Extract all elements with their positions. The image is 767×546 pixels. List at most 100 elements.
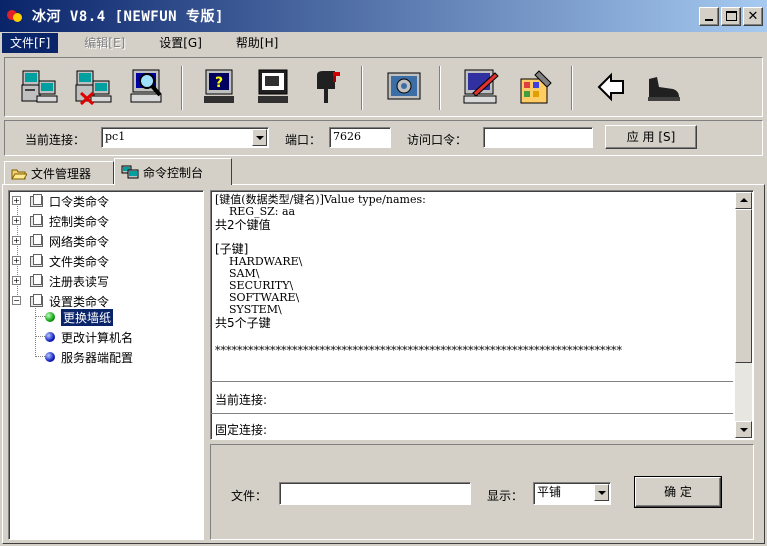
- scroll-up-button[interactable]: [735, 192, 752, 209]
- tree-item-label: 更改计算机名: [61, 330, 134, 345]
- app-window: 冰河 V8.4 [NEWFUN 专版] ✕ 文件[F] 编辑[E] 设置[G] …: [0, 0, 767, 546]
- tree-item-change-wallpaper[interactable]: 更换墙纸: [45, 308, 114, 326]
- tree-item-server-config[interactable]: 服务器端配置: [45, 349, 133, 365]
- tree-item-password-commands[interactable]: + 口令类命令: [9, 193, 109, 209]
- tab-file-manager-label: 文件管理器: [31, 167, 92, 181]
- green-dot-icon: [45, 312, 55, 322]
- title-bar[interactable]: 冰河 V8.4 [NEWFUN 专版] ✕: [0, 0, 767, 32]
- mailbox-button[interactable]: [307, 67, 349, 107]
- display-label: 显示：: [487, 489, 524, 503]
- port-input[interactable]: 7626: [329, 127, 391, 148]
- close-button[interactable]: ✕: [743, 7, 763, 26]
- folder-icon: [29, 194, 45, 208]
- screen-capture-button[interactable]: [253, 67, 295, 107]
- display-select[interactable]: 平铺: [533, 482, 611, 505]
- password-input[interactable]: [483, 127, 593, 148]
- current-connection-select[interactable]: pc1: [101, 127, 269, 148]
- tree-item-label: 设置类命令: [49, 294, 110, 309]
- tree-item-network-commands[interactable]: + 网络类命令: [9, 233, 109, 249]
- back-button[interactable]: [591, 67, 633, 107]
- maximize-icon: [726, 11, 737, 21]
- toolbar: ?: [4, 57, 763, 117]
- help-button[interactable]: ?: [199, 67, 241, 107]
- port-label: 端口：: [285, 133, 322, 147]
- console-divider: [211, 413, 733, 414]
- current-connection-label: 当前连接：: [25, 133, 86, 147]
- edit-button[interactable]: [461, 67, 503, 107]
- tab-command-console[interactable]: 命令控制台: [114, 158, 232, 185]
- chevron-down-icon[interactable]: [252, 129, 267, 146]
- add-host-button[interactable]: [19, 67, 61, 107]
- fixed-connection-status: 固定连接:: [215, 423, 268, 437]
- tools-button[interactable]: [515, 67, 557, 107]
- tree-item-control-commands[interactable]: + 控制类命令: [9, 213, 109, 229]
- apply-button[interactable]: 应 用 [S]: [605, 125, 697, 149]
- app-logo-icon: [5, 7, 24, 25]
- search-host-icon: [130, 69, 162, 103]
- current-connection-value: pc1: [105, 130, 126, 143]
- blue-dot-icon: [45, 332, 55, 342]
- scroll-thumb[interactable]: [735, 209, 752, 363]
- blue-dot-icon: [45, 352, 55, 362]
- back-icon: [597, 72, 624, 102]
- delete-host-button[interactable]: [73, 67, 115, 107]
- minimize-icon: [705, 19, 713, 21]
- mailbox-icon: [317, 71, 340, 103]
- menu-file[interactable]: 文件[F]: [2, 33, 59, 53]
- menu-settings[interactable]: 设置[G]: [151, 33, 210, 53]
- help-icon: ?: [204, 69, 234, 103]
- tree-item-registry[interactable]: + 注册表读写: [9, 273, 109, 289]
- console-line: SOFTWARE\: [229, 291, 300, 304]
- tree-item-change-computer-name[interactable]: 更改计算机名: [45, 329, 133, 345]
- console-line: [子键]: [215, 242, 249, 256]
- menu-edit[interactable]: 编辑[E]: [76, 33, 133, 53]
- tree-item-label: 网络类命令: [49, 234, 110, 249]
- console-output[interactable]: [键值(数据类型/键名)]Value type/names: REG_SZ: a…: [210, 190, 754, 440]
- config-icon: [387, 72, 421, 100]
- port-value: 7626: [333, 130, 361, 143]
- expand-icon[interactable]: +: [12, 216, 21, 225]
- config-button[interactable]: [383, 67, 425, 107]
- folder-icon: [29, 294, 45, 308]
- confirm-button[interactable]: 确 定: [634, 476, 722, 508]
- tree-item-label: 文件类命令: [49, 254, 110, 269]
- console-line: 共2个键值: [215, 218, 271, 232]
- connection-bar: 当前连接： pc1 端口： 7626 访问口令： 应 用 [S]: [4, 120, 763, 156]
- menu-help[interactable]: 帮助[H]: [228, 33, 286, 53]
- folder-open-icon: [11, 169, 27, 179]
- console-scrollbar[interactable]: [735, 192, 752, 438]
- maximize-button[interactable]: [721, 7, 741, 26]
- console-separator: ****************************************…: [215, 344, 622, 357]
- collapse-icon[interactable]: −: [12, 296, 21, 305]
- tree-item-label: 控制类命令: [49, 214, 110, 229]
- add-host-icon: [21, 70, 58, 103]
- tree-item-label: 服务器端配置: [61, 350, 134, 365]
- minimize-button[interactable]: [699, 7, 719, 26]
- tree-item-settings-commands[interactable]: − 设置类命令: [9, 293, 109, 309]
- console-line: 共5个子键: [215, 316, 271, 330]
- exit-icon: [648, 77, 680, 101]
- expand-icon[interactable]: +: [12, 196, 21, 205]
- file-input[interactable]: [279, 482, 471, 505]
- tree-line: [35, 336, 45, 337]
- menu-bar: 文件[F] 编辑[E] 设置[G] 帮助[H]: [0, 32, 767, 54]
- tree-item-label: 口令类命令: [49, 194, 110, 209]
- tab-file-manager[interactable]: 文件管理器: [4, 161, 114, 185]
- tree-line: [35, 356, 45, 357]
- exit-button[interactable]: [643, 67, 685, 107]
- edit-icon: [463, 69, 499, 104]
- console-icon: [121, 165, 139, 179]
- expand-icon[interactable]: +: [12, 236, 21, 245]
- chevron-down-icon[interactable]: [594, 484, 609, 501]
- caption-buttons: ✕: [697, 7, 763, 26]
- console-divider: [211, 381, 733, 382]
- scroll-down-button[interactable]: [735, 421, 752, 438]
- tab-command-console-label: 命令控制台: [143, 165, 204, 180]
- search-host-button[interactable]: [127, 67, 169, 107]
- expand-icon[interactable]: +: [12, 276, 21, 285]
- window-title: 冰河 V8.4 [NEWFUN 专版]: [32, 9, 224, 25]
- expand-icon[interactable]: +: [12, 256, 21, 265]
- tree-item-file-commands[interactable]: + 文件类命令: [9, 253, 109, 269]
- command-tree[interactable]: + 口令类命令 + 控制类命令 + 网络类命令 + 文件类命令 + 注册表读写 …: [8, 190, 204, 540]
- current-connection-status: 当前连接:: [215, 393, 268, 407]
